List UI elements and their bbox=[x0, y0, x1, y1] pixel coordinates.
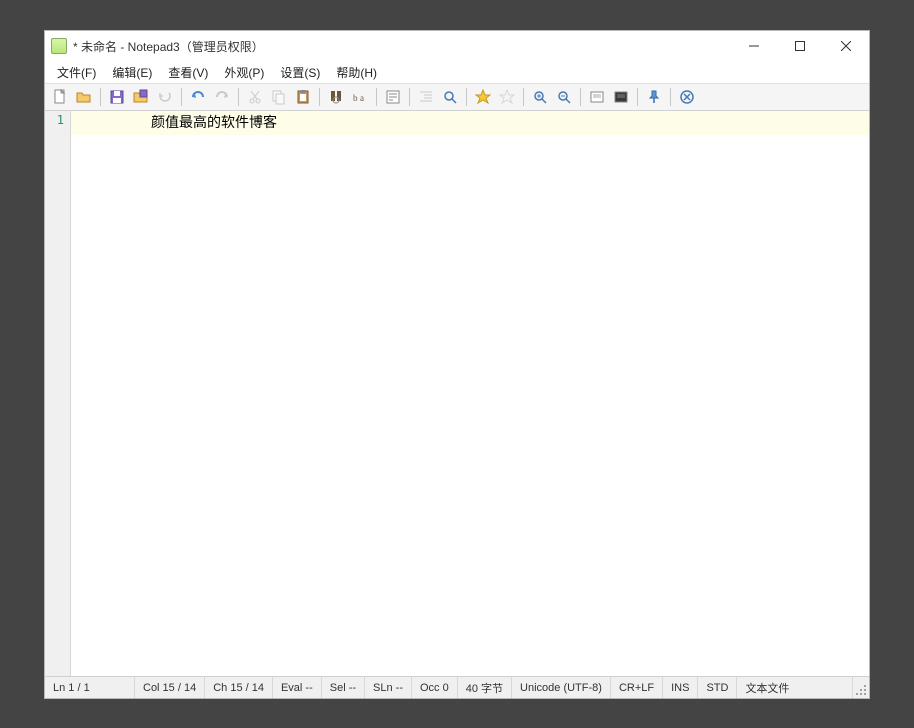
editor-line: 颜值最高的软件博客 bbox=[71, 111, 869, 135]
resize-grip-icon[interactable] bbox=[853, 677, 869, 698]
status-ins[interactable]: INS bbox=[663, 677, 698, 698]
line-number: 1 bbox=[45, 113, 64, 127]
application-window: * 未命名 - Notepad3（管理员权限） 文件(F) 编辑(E) 查看(V… bbox=[44, 30, 870, 699]
menu-settings[interactable]: 设置(S) bbox=[272, 62, 328, 83]
menu-file[interactable]: 文件(F) bbox=[49, 62, 104, 83]
status-line[interactable]: Ln 1 / 1 bbox=[45, 677, 135, 698]
zoom-in-icon[interactable] bbox=[529, 86, 551, 108]
status-col[interactable]: Col 15 / 14 bbox=[135, 677, 205, 698]
status-encoding[interactable]: Unicode (UTF-8) bbox=[512, 677, 611, 698]
status-bar: Ln 1 / 1 Col 15 / 14 Ch 15 / 14 Eval -- … bbox=[45, 676, 869, 698]
status-occ[interactable]: Occ 0 bbox=[412, 677, 458, 698]
replace-icon[interactable]: ba bbox=[349, 86, 371, 108]
copy-icon bbox=[268, 86, 290, 108]
favorite-star-icon[interactable] bbox=[472, 86, 494, 108]
app-icon bbox=[51, 38, 67, 54]
status-bytes[interactable]: 40 字节 bbox=[458, 677, 512, 698]
redo-icon bbox=[211, 86, 233, 108]
svg-text:b: b bbox=[353, 93, 358, 103]
favorite-add-icon bbox=[496, 86, 518, 108]
status-sln[interactable]: SLn -- bbox=[365, 677, 412, 698]
menu-help[interactable]: 帮助(H) bbox=[328, 62, 385, 83]
status-filetype[interactable]: 文本文件 bbox=[737, 677, 853, 698]
indent-icon bbox=[415, 86, 437, 108]
pin-icon[interactable] bbox=[643, 86, 665, 108]
open-file-icon[interactable] bbox=[73, 86, 95, 108]
menu-view[interactable]: 查看(V) bbox=[160, 62, 216, 83]
save-as-icon[interactable] bbox=[130, 86, 152, 108]
editor-area: 1 颜值最高的软件博客 bbox=[45, 111, 869, 676]
title-bar: * 未命名 - Notepad3（管理员权限） bbox=[45, 31, 869, 61]
undo-icon[interactable] bbox=[187, 86, 209, 108]
toolbar: ba bbox=[45, 83, 869, 111]
maximize-button[interactable] bbox=[777, 31, 823, 61]
find-icon[interactable] bbox=[325, 86, 347, 108]
save-icon[interactable] bbox=[106, 86, 128, 108]
scheme-dark-icon[interactable] bbox=[610, 86, 632, 108]
menu-edit[interactable]: 编辑(E) bbox=[104, 62, 160, 83]
exit-icon[interactable] bbox=[676, 86, 698, 108]
word-wrap-icon[interactable] bbox=[382, 86, 404, 108]
status-eol[interactable]: CR+LF bbox=[611, 677, 663, 698]
menu-bar: 文件(F) 编辑(E) 查看(V) 外观(P) 设置(S) 帮助(H) bbox=[45, 61, 869, 83]
status-std[interactable]: STD bbox=[698, 677, 737, 698]
zoom-out-icon[interactable] bbox=[553, 86, 575, 108]
zoom-tool-icon[interactable] bbox=[439, 86, 461, 108]
close-button[interactable] bbox=[823, 31, 869, 61]
status-eval[interactable]: Eval -- bbox=[273, 677, 322, 698]
revert-icon bbox=[154, 86, 176, 108]
svg-text:a: a bbox=[360, 93, 364, 103]
minimize-button[interactable] bbox=[731, 31, 777, 61]
menu-appearance[interactable]: 外观(P) bbox=[216, 62, 272, 83]
status-ch[interactable]: Ch 15 / 14 bbox=[205, 677, 273, 698]
paste-icon[interactable] bbox=[292, 86, 314, 108]
cut-icon bbox=[244, 86, 266, 108]
status-sel[interactable]: Sel -- bbox=[322, 677, 365, 698]
new-file-icon[interactable] bbox=[49, 86, 71, 108]
line-number-gutter: 1 bbox=[45, 111, 71, 676]
text-editor[interactable]: 颜值最高的软件博客 bbox=[71, 111, 869, 676]
window-title: * 未命名 - Notepad3（管理员权限） bbox=[73, 38, 264, 55]
scheme-light-icon[interactable] bbox=[586, 86, 608, 108]
